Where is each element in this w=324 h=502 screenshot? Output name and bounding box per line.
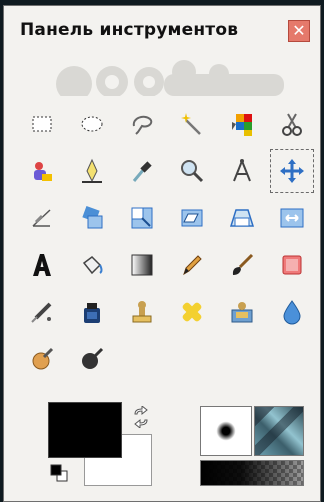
tool-button[interactable]	[170, 196, 214, 240]
airbrush-icon	[31, 302, 52, 323]
scale-icon	[131, 207, 153, 229]
free-select-icon	[132, 115, 153, 135]
tool-button[interactable]	[220, 290, 264, 334]
default-colors-icon[interactable]	[50, 464, 68, 482]
blur-sharpen-icon	[283, 300, 301, 325]
clone-icon	[132, 301, 152, 323]
dodge-burn-icon	[82, 347, 104, 369]
tool-button[interactable]	[20, 290, 64, 334]
brush-preview[interactable]	[200, 406, 252, 456]
toolbox-window: Панель инструментов ✕	[3, 5, 321, 502]
tool-button[interactable]	[270, 196, 314, 240]
eraser-icon	[282, 255, 302, 275]
tool-button[interactable]	[170, 102, 214, 146]
title-bar[interactable]: Панель инструментов ✕	[4, 6, 320, 50]
fuzzy-select-icon	[181, 113, 201, 135]
tool-button-active[interactable]	[270, 149, 314, 193]
foreground-select-icon	[34, 162, 52, 181]
tool-button[interactable]	[220, 196, 264, 240]
pencil-icon	[183, 255, 202, 276]
gradient-preview[interactable]	[200, 460, 304, 486]
tool-button[interactable]	[20, 149, 64, 193]
tool-button[interactable]	[120, 196, 164, 240]
pattern-preview[interactable]	[254, 406, 304, 456]
smudge-icon	[32, 347, 54, 370]
swap-colors-icon[interactable]	[130, 406, 152, 428]
blend-icon	[131, 254, 153, 276]
close-button[interactable]: ✕	[288, 20, 310, 42]
tool-button[interactable]	[270, 290, 314, 334]
tool-button[interactable]	[70, 196, 114, 240]
tool-button[interactable]	[220, 243, 264, 287]
move-icon	[280, 159, 304, 183]
tool-button[interactable]	[170, 149, 214, 193]
tool-button[interactable]	[70, 149, 114, 193]
tool-button[interactable]	[20, 102, 64, 146]
foreground-color-swatch[interactable]	[48, 402, 122, 458]
rotate-icon	[82, 205, 103, 229]
rect-select-icon	[32, 116, 52, 132]
paintbrush-icon	[232, 253, 254, 275]
tool-button[interactable]	[20, 196, 64, 240]
shear-icon	[181, 209, 203, 227]
tool-button[interactable]	[270, 243, 314, 287]
tool-button[interactable]	[220, 149, 264, 193]
color-picker-icon	[132, 161, 152, 182]
tool-button[interactable]	[170, 243, 214, 287]
scissors-select-icon	[282, 113, 302, 136]
flip-icon	[280, 208, 304, 228]
tool-grid	[20, 102, 314, 384]
select-by-color-icon	[232, 114, 252, 136]
window-title: Панель инструментов	[20, 20, 239, 40]
tool-button[interactable]	[120, 102, 164, 146]
tool-button[interactable]	[120, 149, 164, 193]
tool-button[interactable]	[20, 337, 64, 381]
ellipse-select-icon	[81, 116, 103, 132]
tool-button[interactable]	[20, 243, 64, 287]
text-icon	[33, 254, 51, 276]
tool-button[interactable]	[120, 290, 164, 334]
perspective-icon	[229, 209, 255, 227]
tool-button[interactable]	[120, 243, 164, 287]
brush-dot-icon	[216, 421, 236, 441]
tool-button[interactable]	[220, 102, 264, 146]
tool-button[interactable]	[70, 102, 114, 146]
ink-icon	[84, 303, 100, 323]
tool-button[interactable]	[70, 243, 114, 287]
heal-icon	[182, 302, 202, 322]
align-icon	[32, 209, 51, 227]
measure-icon	[233, 159, 251, 182]
wilber-logo-icon	[56, 60, 284, 96]
tool-button[interactable]	[70, 290, 114, 334]
zoom-icon	[181, 160, 204, 183]
tool-button[interactable]	[270, 102, 314, 146]
bucket-fill-icon	[82, 256, 103, 275]
paths-icon	[82, 158, 102, 183]
tool-button[interactable]	[70, 337, 114, 381]
perspective-clone-icon	[231, 302, 253, 323]
tool-button[interactable]	[170, 290, 214, 334]
